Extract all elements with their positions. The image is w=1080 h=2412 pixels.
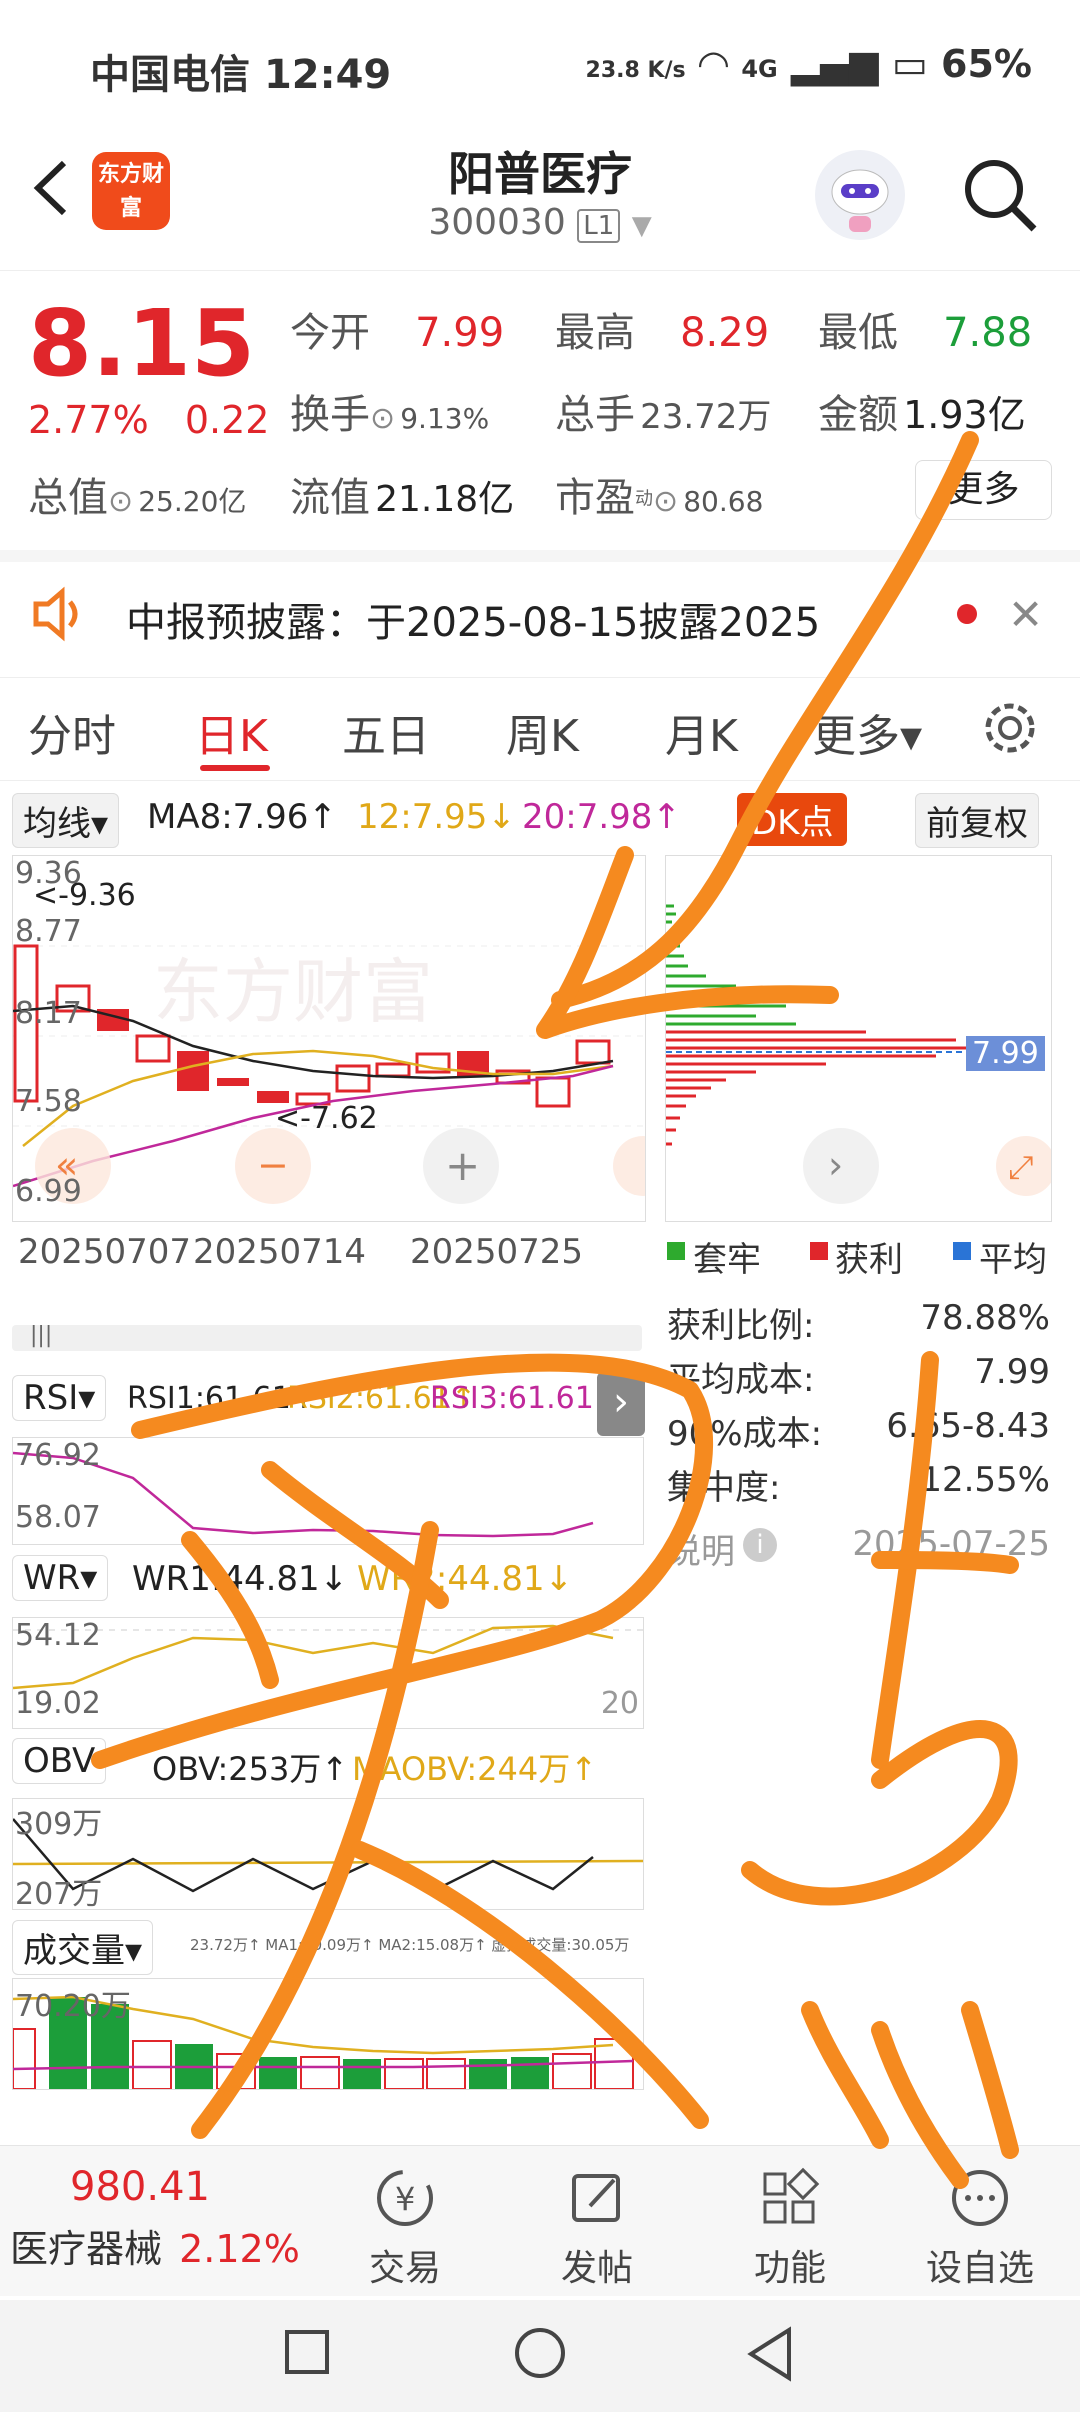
handwritten-annotation — [91, 431, 1019, 2189]
triangle-back-icon — [747, 2326, 791, 2382]
home-button[interactable] — [515, 2328, 565, 2378]
system-nav-bar — [0, 2300, 1080, 2412]
recents-button[interactable] — [285, 2330, 329, 2374]
back-nav-button[interactable] — [745, 2326, 795, 2386]
